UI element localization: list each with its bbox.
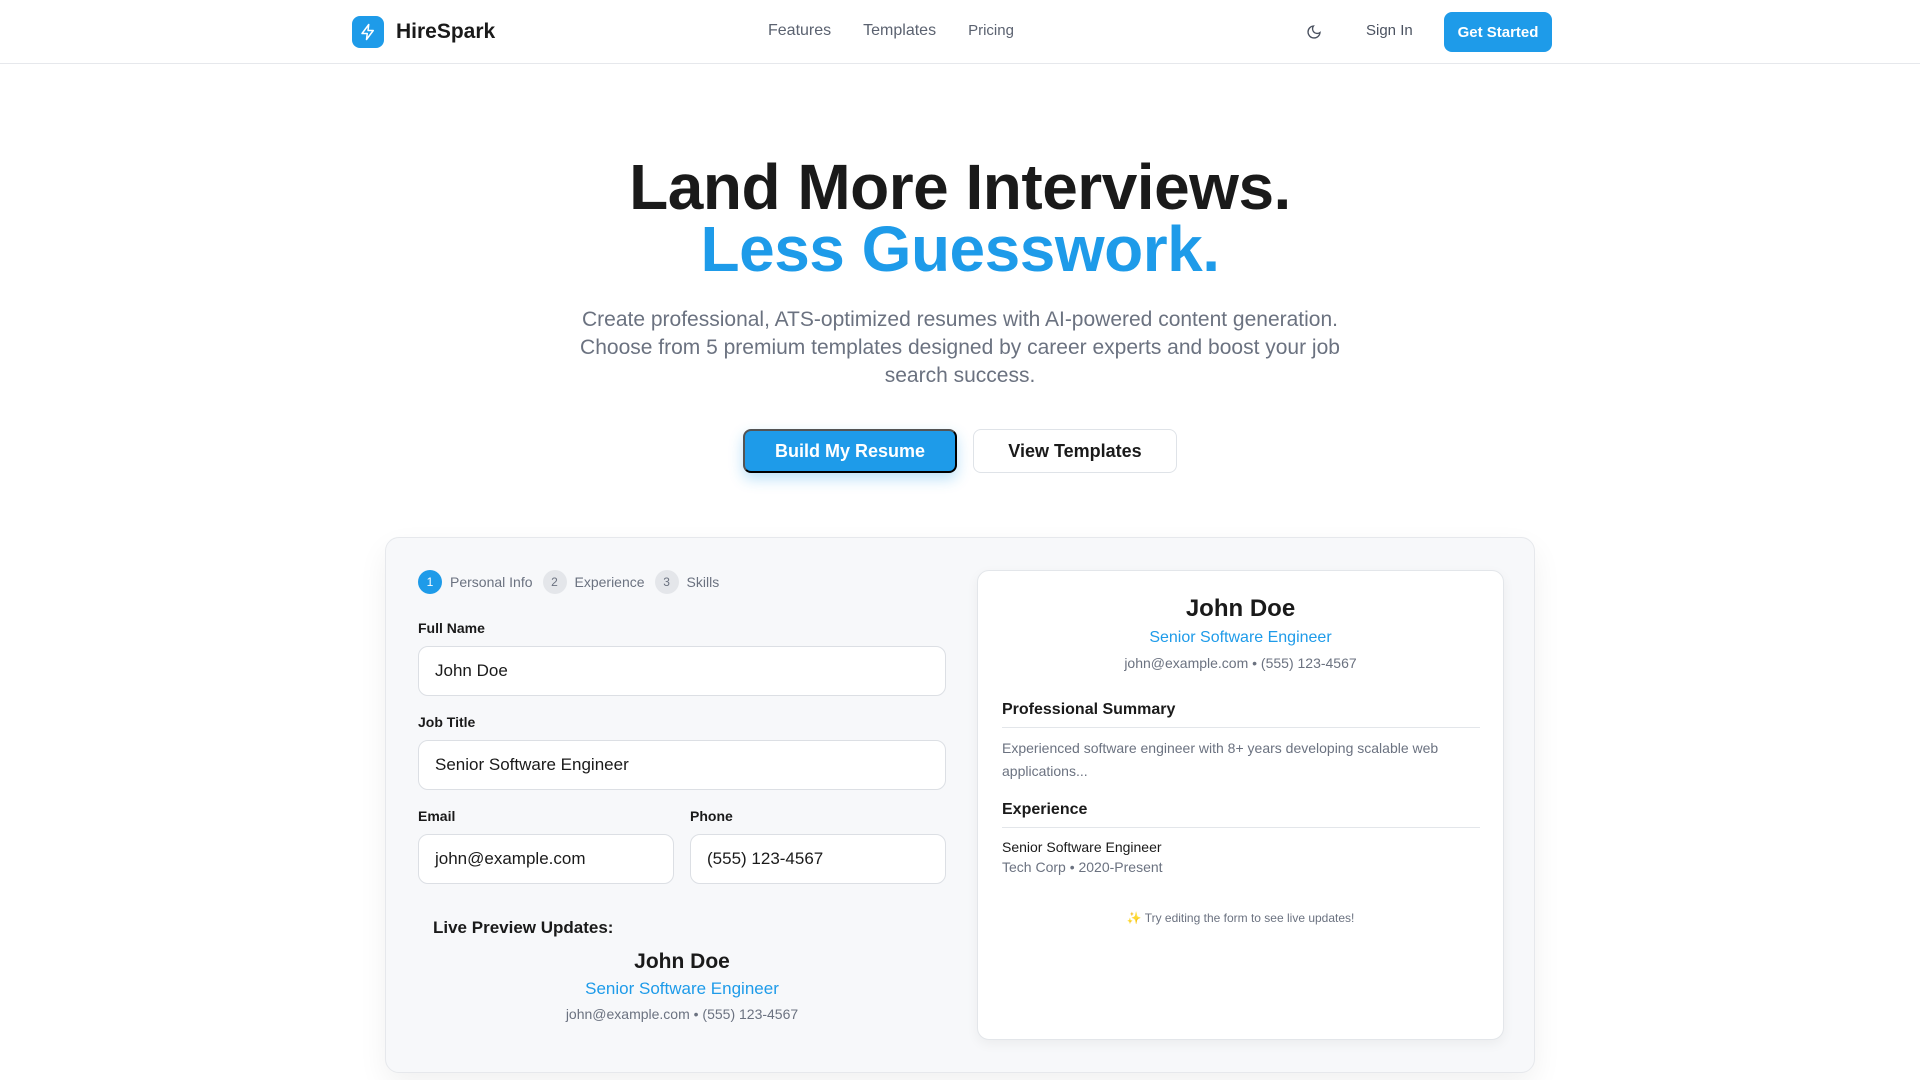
bolt-icon xyxy=(352,16,384,48)
live-preview-label: Live Preview Updates: xyxy=(433,918,614,937)
summary-heading: Professional Summary xyxy=(1002,701,1480,728)
build-resume-button[interactable]: Build My Resume xyxy=(743,429,957,473)
step-number: 2 xyxy=(542,570,567,594)
experience-company: Tech Corp • 2020-Present xyxy=(1002,859,1163,875)
hero-title-line2: Less Guesswork. xyxy=(700,213,1220,285)
nav-templates[interactable]: Templates xyxy=(863,22,936,40)
nav-features[interactable]: Features xyxy=(768,22,831,40)
phone-label: Phone xyxy=(690,808,733,824)
email-input[interactable]: john@example.com xyxy=(418,834,674,884)
full-name-input[interactable]: John Doe xyxy=(418,646,946,696)
preview-name: John Doe xyxy=(1185,595,1296,622)
preview-title: Senior Software Engineer xyxy=(1149,629,1332,646)
email-label: Email xyxy=(418,808,456,824)
step-indicator: 1 Personal Info 2 Experience 3 Skills xyxy=(418,570,719,594)
resume-builder-demo: 1 Personal Info 2 Experience 3 Skills Fu… xyxy=(385,537,1535,1073)
nav-pricing[interactable]: Pricing xyxy=(968,22,1014,40)
step-number: 3 xyxy=(654,570,679,594)
step-experience[interactable]: 2 Experience xyxy=(542,570,645,594)
experience-job-title: Senior Software Engineer xyxy=(1002,839,1162,855)
phone-input[interactable]: (555) 123-4567 xyxy=(690,834,946,884)
hero-title: Land More Interviews. Less Guesswork. xyxy=(0,155,1920,285)
experience-heading: Experience xyxy=(1002,801,1480,828)
step-skills[interactable]: 3 Skills xyxy=(654,570,720,594)
step-label: Skills xyxy=(686,574,720,590)
step-personal-info[interactable]: 1 Personal Info xyxy=(418,570,533,594)
brand-name: HireSpark xyxy=(396,20,496,43)
job-title-label: Job Title xyxy=(418,714,476,730)
main-nav: Features Templates Pricing xyxy=(768,22,1014,40)
live-update-tip: ✨ Try editing the form to see live updat… xyxy=(1126,911,1355,925)
top-nav-bar: HireSpark Features Templates Pricing Sig… xyxy=(0,0,1920,64)
resume-preview: John Doe Senior Software Engineer john@e… xyxy=(977,570,1504,1040)
brand-logo[interactable]: HireSpark xyxy=(352,16,495,48)
hero-subtitle: Create professional, ATS-optimized resum… xyxy=(580,308,1340,387)
get-started-button[interactable]: Get Started xyxy=(1444,12,1552,52)
view-templates-button[interactable]: View Templates xyxy=(973,429,1177,473)
moon-icon[interactable] xyxy=(1300,20,1328,44)
step-label: Experience xyxy=(574,574,645,590)
full-name-label: Full Name xyxy=(418,620,485,636)
sign-in-link[interactable]: Sign In xyxy=(1366,22,1413,39)
step-number: 1 xyxy=(418,570,442,594)
job-title-input[interactable]: Senior Software Engineer xyxy=(418,740,946,790)
live-preview-title: Senior Software Engineer xyxy=(585,979,779,998)
step-label: Personal Info xyxy=(450,574,533,590)
summary-text: Experienced software engineer with 8+ ye… xyxy=(1002,740,1439,779)
live-preview-name: John Doe xyxy=(634,950,730,973)
live-preview-contact: john@example.com • (555) 123-4567 xyxy=(565,1006,799,1022)
preview-contact: john@example.com • (555) 123-4567 xyxy=(1124,655,1357,671)
